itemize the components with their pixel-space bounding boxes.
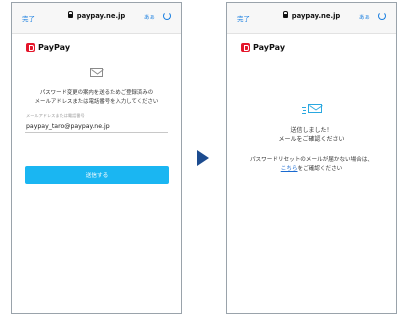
sent-line-1: 送信しました！ bbox=[290, 127, 333, 134]
browser-toolbar: 完了 paypay.ne.jp あぁ bbox=[12, 3, 181, 34]
sent-line-2: メールをご確認ください bbox=[278, 136, 345, 143]
brand-name: PayPay bbox=[38, 42, 71, 52]
paypay-logo-icon bbox=[241, 42, 250, 52]
lock-icon bbox=[282, 11, 288, 18]
lock-icon bbox=[67, 11, 73, 18]
phone-screen-forgot-password: 完了 paypay.ne.jp あぁ PayPay パスワード変更の案内を送るた… bbox=[11, 2, 182, 314]
url-text: paypay.ne.jp bbox=[76, 12, 126, 20]
address-bar[interactable]: paypay.ne.jp bbox=[227, 11, 396, 20]
send-button[interactable]: 送信する bbox=[25, 166, 169, 184]
email-field[interactable] bbox=[25, 121, 168, 133]
address-bar[interactable]: paypay.ne.jp bbox=[12, 11, 181, 20]
reset-help-text: パスワードリセットのメールが届かない場合は、 こちらをご確認ください bbox=[227, 156, 396, 174]
email-field-label: メールアドレスまたは電話番号 bbox=[26, 113, 85, 118]
text-size-button[interactable]: あぁ bbox=[359, 13, 370, 21]
reload-icon[interactable] bbox=[378, 12, 386, 20]
paypay-logo: PayPay bbox=[26, 42, 70, 52]
reset-help-tail: をご確認ください bbox=[297, 166, 343, 172]
envelope-icon bbox=[90, 68, 104, 77]
arrow-right-icon bbox=[197, 150, 209, 166]
instruction-line-2: メールアドレスまたは電話番号を入力してください bbox=[34, 99, 159, 105]
instruction-text: パスワード変更の案内を送るためご登録済みの メールアドレスまたは電話番号を入力し… bbox=[24, 89, 169, 107]
browser-toolbar: 完了 paypay.ne.jp あぁ bbox=[227, 3, 396, 34]
help-link[interactable]: こちら bbox=[281, 166, 298, 172]
reload-icon[interactable] bbox=[163, 12, 171, 20]
sent-message: 送信しました！ メールをご確認ください bbox=[227, 126, 396, 144]
paypay-logo-icon bbox=[26, 42, 35, 52]
text-size-button[interactable]: あぁ bbox=[144, 13, 155, 21]
phone-screen-email-sent: 完了 paypay.ne.jp あぁ PayPay 送信しました！ メールをご確… bbox=[226, 2, 397, 314]
url-text: paypay.ne.jp bbox=[291, 12, 341, 20]
reset-help-line-1: パスワードリセットのメールが届かない場合は、 bbox=[249, 157, 374, 163]
brand-name: PayPay bbox=[253, 42, 286, 52]
instruction-line-1: パスワード変更の案内を送るためご登録済みの bbox=[39, 90, 154, 96]
paypay-logo: PayPay bbox=[241, 42, 285, 52]
